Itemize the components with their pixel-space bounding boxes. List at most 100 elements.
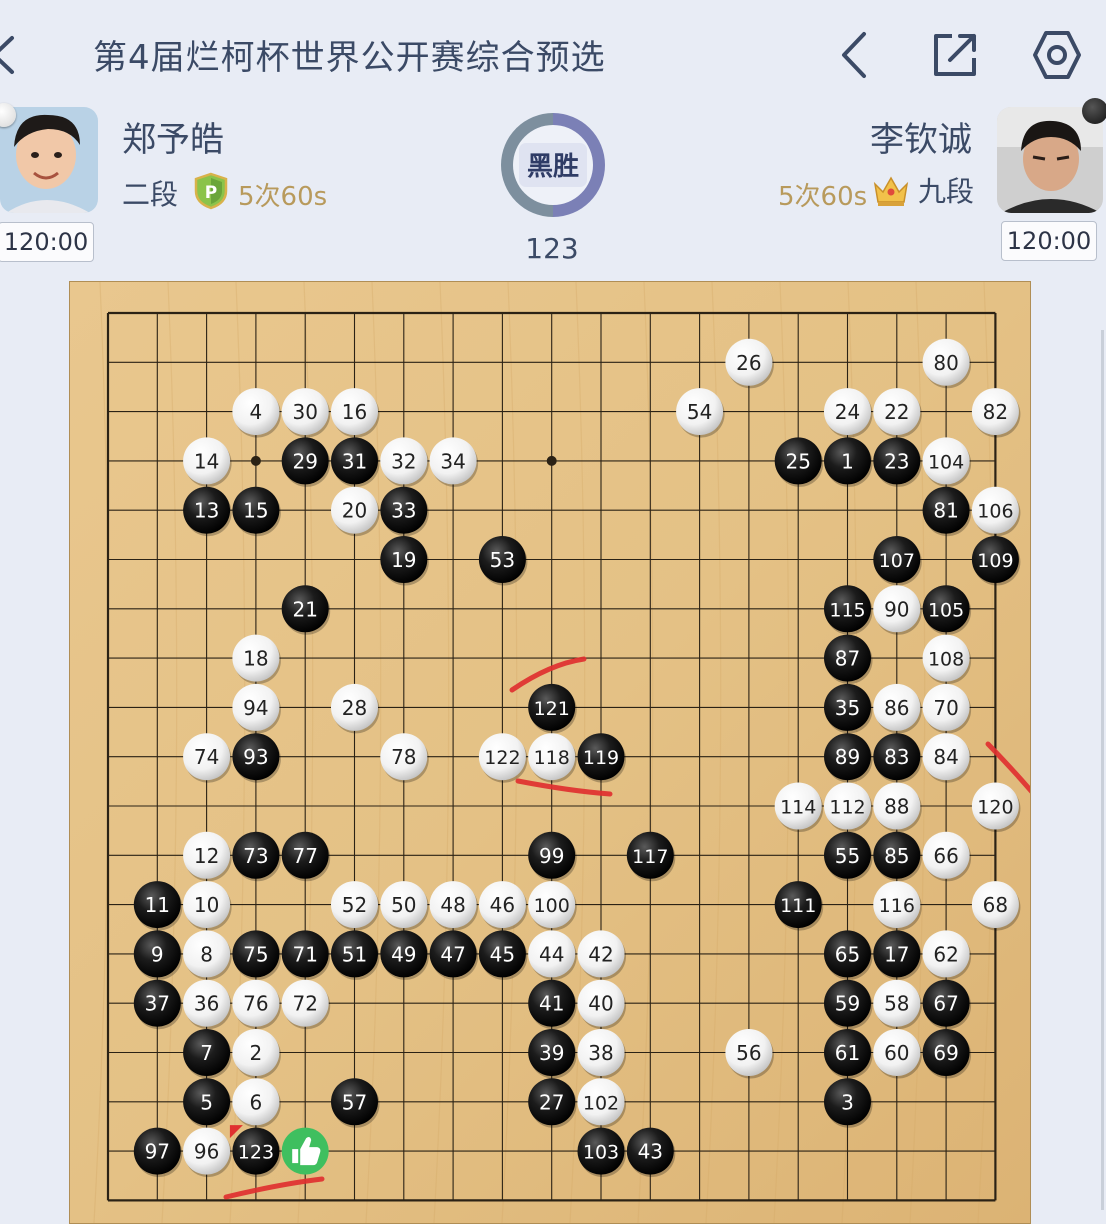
move-number: 112 bbox=[829, 797, 865, 819]
move-count: 123 bbox=[525, 232, 579, 265]
move-number: 31 bbox=[342, 449, 367, 473]
move-number: 87 bbox=[835, 647, 860, 671]
move-number: 43 bbox=[638, 1140, 663, 1164]
move-number: 71 bbox=[292, 942, 317, 966]
move-number: 44 bbox=[539, 942, 564, 966]
gear-icon bbox=[1033, 31, 1081, 79]
chevron-left-icon bbox=[842, 32, 866, 78]
back-button[interactable] bbox=[0, 28, 18, 82]
move-number: 73 bbox=[243, 844, 268, 868]
move-number: 67 bbox=[933, 992, 958, 1016]
white-player-avatar[interactable] bbox=[997, 107, 1103, 213]
move-number: 9 bbox=[151, 942, 164, 966]
move-number: 78 bbox=[391, 745, 416, 769]
thumbs-up-glyph bbox=[292, 1149, 299, 1164]
move-number: 45 bbox=[490, 942, 515, 966]
move-number: 108 bbox=[928, 649, 964, 671]
move-number: 116 bbox=[879, 895, 915, 917]
move-number: 42 bbox=[588, 942, 613, 966]
move-number: 120 bbox=[977, 797, 1013, 819]
white-player-byoyomi: 5次60s bbox=[778, 182, 868, 212]
move-number: 5 bbox=[200, 1090, 213, 1114]
move-number: 7 bbox=[200, 1041, 213, 1065]
move-number: 59 bbox=[835, 992, 860, 1016]
move-number: 16 bbox=[342, 400, 367, 424]
share-button[interactable] bbox=[928, 28, 982, 82]
move-number: 10 bbox=[194, 893, 219, 917]
move-number: 85 bbox=[884, 844, 909, 868]
move-number: 122 bbox=[484, 747, 520, 769]
move-number: 47 bbox=[440, 942, 465, 966]
black-player-avatar[interactable] bbox=[0, 107, 98, 213]
move-number: 68 bbox=[983, 893, 1008, 917]
move-number: 3 bbox=[841, 1090, 854, 1114]
move-number: 21 bbox=[292, 597, 317, 621]
move-number: 81 bbox=[933, 499, 958, 523]
move-number: 80 bbox=[933, 351, 958, 375]
move-number: 39 bbox=[539, 1041, 564, 1065]
move-number: 32 bbox=[391, 449, 416, 473]
move-number: 97 bbox=[145, 1140, 170, 1164]
move-number: 18 bbox=[243, 647, 268, 671]
move-number: 56 bbox=[736, 1041, 761, 1065]
move-number: 105 bbox=[928, 599, 964, 621]
move-number: 4 bbox=[250, 400, 263, 424]
move-number: 53 bbox=[490, 548, 515, 572]
move-number: 1 bbox=[841, 449, 854, 473]
star-point bbox=[546, 455, 557, 466]
move-number: 106 bbox=[977, 501, 1013, 523]
game-result-badge[interactable]: 黑胜 bbox=[498, 110, 608, 220]
move-number: 84 bbox=[933, 745, 958, 769]
move-number: 61 bbox=[835, 1041, 860, 1065]
move-number: 46 bbox=[490, 893, 515, 917]
move-number: 65 bbox=[835, 942, 860, 966]
star-point bbox=[250, 455, 261, 466]
move-number: 119 bbox=[583, 747, 619, 769]
move-number: 2 bbox=[250, 1041, 263, 1065]
move-number: 13 bbox=[194, 499, 219, 523]
move-number: 75 bbox=[243, 942, 268, 966]
move-number: 29 bbox=[292, 449, 317, 473]
move-number: 15 bbox=[243, 499, 268, 523]
settings-button[interactable] bbox=[1030, 28, 1084, 82]
move-number: 121 bbox=[534, 698, 570, 720]
prev-move-button[interactable] bbox=[828, 28, 882, 82]
move-number: 102 bbox=[583, 1092, 619, 1114]
go-board[interactable]: 26 80 4 30 16 54 24 22 82 14 29 31 32 34 25 1 23 104 13 15 2… bbox=[69, 281, 1031, 1224]
white-stone-indicator-icon bbox=[1082, 98, 1106, 124]
board-canvas[interactable]: 26 804 30 16 54 24 22 8214 29 31 32 34 25 1 23 10413 15 2… bbox=[70, 282, 1030, 1223]
move-number: 104 bbox=[928, 451, 964, 473]
move-number: 76 bbox=[243, 992, 268, 1016]
move-number: 19 bbox=[391, 548, 416, 572]
move-number: 60 bbox=[884, 1041, 909, 1065]
move-number: 55 bbox=[835, 844, 860, 868]
move-number: 30 bbox=[292, 400, 317, 424]
move-number: 89 bbox=[835, 745, 860, 769]
move-number: 123 bbox=[238, 1142, 274, 1164]
move-number: 6 bbox=[250, 1090, 263, 1114]
p-shield-icon: P bbox=[193, 172, 229, 210]
move-number: 90 bbox=[884, 597, 909, 621]
scrollbar[interactable] bbox=[1101, 330, 1104, 1210]
move-number: 93 bbox=[243, 745, 268, 769]
page-title: 第4届烂柯杯世界公开赛综合预选 bbox=[93, 38, 606, 78]
move-number: 58 bbox=[884, 992, 909, 1016]
white-player-name: 李钦诚 bbox=[870, 120, 972, 160]
move-number: 77 bbox=[292, 844, 317, 868]
move-number: 50 bbox=[391, 893, 416, 917]
move-number: 111 bbox=[780, 895, 816, 917]
move-number: 37 bbox=[145, 992, 170, 1016]
move-number: 8 bbox=[200, 942, 213, 966]
move-number: 34 bbox=[440, 449, 465, 473]
chevron-left-icon bbox=[0, 36, 14, 74]
move-number: 100 bbox=[534, 895, 570, 917]
move-number: 20 bbox=[342, 499, 367, 523]
move-number: 103 bbox=[583, 1142, 619, 1164]
move-number: 66 bbox=[933, 844, 958, 868]
move-number: 22 bbox=[884, 400, 909, 424]
move-number: 54 bbox=[687, 400, 712, 424]
move-number: 115 bbox=[829, 599, 865, 621]
move-number: 96 bbox=[194, 1140, 219, 1164]
move-number: 83 bbox=[884, 745, 909, 769]
move-number: 52 bbox=[342, 893, 367, 917]
